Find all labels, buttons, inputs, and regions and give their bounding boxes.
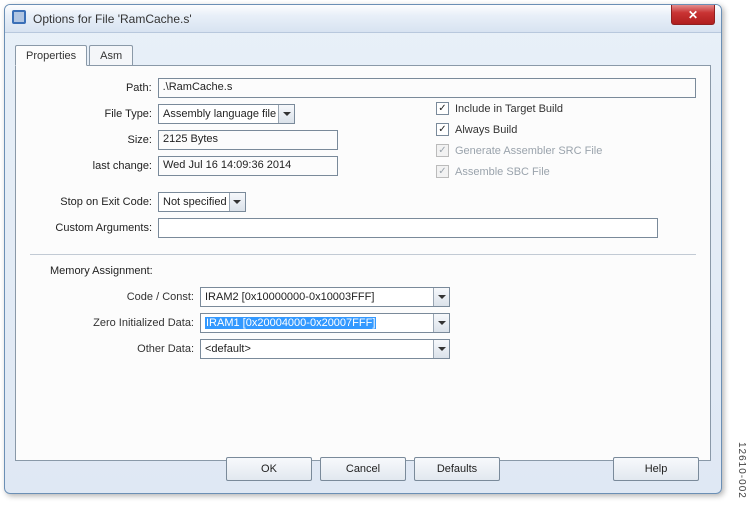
other-data-value: <default> [205, 343, 251, 355]
close-button[interactable]: ✕ [671, 5, 715, 25]
code-const-value: IRAM2 [0x10000000-0x10003FFF] [205, 291, 374, 303]
window-title: Options for File 'RamCache.s' [33, 12, 721, 26]
checkbox-icon [436, 144, 449, 157]
size-label: Size: [30, 134, 158, 146]
checkbox-icon [436, 102, 449, 115]
code-const-dropdown[interactable]: IRAM2 [0x10000000-0x10003FFF] [200, 287, 450, 307]
dialog-body: Properties Asm Path: .\RamCache.s File T… [5, 33, 721, 493]
cancel-button[interactable]: Cancel [320, 457, 406, 481]
customargs-field[interactable] [158, 218, 658, 238]
always-build-checkbox[interactable]: Always Build [436, 123, 676, 136]
path-field[interactable]: .\RamCache.s [158, 78, 696, 98]
titlebar[interactable]: Options for File 'RamCache.s' ✕ [5, 5, 721, 33]
filetype-value: Assembly language file [163, 108, 276, 120]
separator [30, 254, 696, 255]
customargs-label: Custom Arguments: [30, 222, 158, 234]
zid-value: IRAM1 [0x20004000-0x20007FFF] [205, 317, 376, 329]
reference-number: 12610-002 [736, 442, 747, 499]
chevron-down-icon [278, 105, 294, 123]
dialog-footer: OK Cancel Defaults Help [5, 457, 721, 481]
filetype-label: File Type: [30, 108, 158, 120]
options-group: Include in Target Build Always Build Gen… [436, 102, 676, 186]
tab-strip: Properties Asm [15, 41, 711, 65]
ok-button[interactable]: OK [226, 457, 312, 481]
app-icon [11, 9, 33, 28]
checkbox-icon [436, 123, 449, 136]
include-build-label: Include in Target Build [455, 103, 563, 115]
zid-dropdown[interactable]: IRAM1 [0x20004000-0x20007FFF] [200, 313, 450, 333]
defaults-button[interactable]: Defaults [414, 457, 500, 481]
code-const-label: Code / Const: [30, 291, 200, 303]
lastchange-field: Wed Jul 16 14:09:36 2014 [158, 156, 338, 176]
always-build-label: Always Build [455, 124, 517, 136]
include-build-checkbox[interactable]: Include in Target Build [436, 102, 676, 115]
chevron-down-icon [433, 340, 449, 358]
memory-title: Memory Assignment: [50, 265, 696, 277]
generate-src-label: Generate Assembler SRC File [455, 145, 602, 157]
other-data-label: Other Data: [30, 343, 200, 355]
dialog-window: Options for File 'RamCache.s' ✕ Properti… [4, 4, 722, 494]
checkbox-icon [436, 165, 449, 178]
close-icon: ✕ [688, 8, 698, 22]
chevron-down-icon [433, 314, 449, 332]
stopexit-label: Stop on Exit Code: [30, 196, 158, 208]
tab-panel-properties: Path: .\RamCache.s File Type: Assembly l… [15, 65, 711, 461]
chevron-down-icon [229, 193, 245, 211]
zid-label: Zero Initialized Data: [30, 317, 200, 329]
assemble-sbc-checkbox: Assemble SBC File [436, 165, 676, 178]
size-field: 2125 Bytes [158, 130, 338, 150]
stopexit-dropdown[interactable]: Not specified [158, 192, 246, 212]
generate-src-checkbox: Generate Assembler SRC File [436, 144, 676, 157]
other-data-dropdown[interactable]: <default> [200, 339, 450, 359]
tab-asm[interactable]: Asm [89, 45, 133, 65]
tab-properties[interactable]: Properties [15, 45, 87, 66]
path-label: Path: [30, 82, 158, 94]
chevron-down-icon [433, 288, 449, 306]
help-button[interactable]: Help [613, 457, 699, 481]
lastchange-label: last change: [30, 160, 158, 172]
filetype-dropdown[interactable]: Assembly language file [158, 104, 295, 124]
stopexit-value: Not specified [163, 196, 227, 208]
assemble-sbc-label: Assemble SBC File [455, 166, 550, 178]
